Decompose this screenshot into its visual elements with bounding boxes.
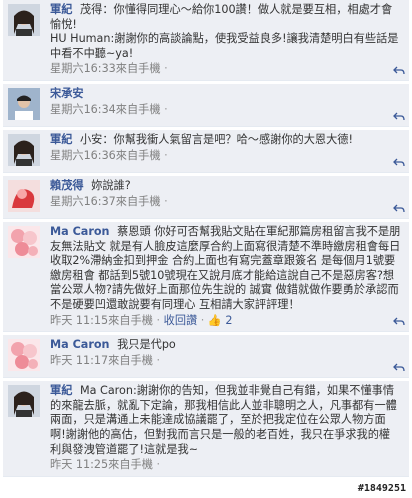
reply-icon[interactable] <box>393 362 405 374</box>
thumbs-up-icon[interactable]: 👍 <box>208 314 222 327</box>
reply-icon[interactable] <box>393 157 405 169</box>
reply-icon[interactable] <box>393 65 405 77</box>
comment: 軍紀 小安：你幫我衝人氣留言是吧？哈～感謝你的大恩大德! 星期六16:36來自手… <box>3 129 409 173</box>
meta-separator: · <box>164 102 168 116</box>
comment-meta: 星期六16:33來自手機 · <box>50 62 401 77</box>
comment-body: 軍紀 Ma Caron:謝謝你的告知，但我並非覺自己有錯，如果不懂事情的來龍去脈… <box>50 384 401 457</box>
comment-text: 茂得：你懂得同理心～給你100讚！做人就是要互相，相處才會愉悅! HU Huma… <box>50 3 399 60</box>
comment-body: 宋承安 <box>50 87 401 102</box>
meta-separator: · <box>156 313 161 327</box>
comment-author[interactable]: 賴茂得 <box>50 179 84 192</box>
comment-author[interactable]: 軍紀 <box>50 133 72 146</box>
comment: 軍紀 Ma Caron:謝謝你的告知，但我並非覺自己有錯，如果不懂事情的來龍去脈… <box>3 381 409 477</box>
comment-text: 妳說誰? <box>91 178 131 192</box>
comment-timestamp[interactable]: 星期六16:34來自手機 <box>50 103 161 116</box>
comment: 賴茂得 妳說誰? 星期六16:37來自手機 · <box>3 175 409 219</box>
meta-separator: · <box>156 458 161 472</box>
reply-icon[interactable] <box>393 111 405 123</box>
meta-separator: · <box>164 194 168 208</box>
recall-like-link[interactable]: 收回讚 <box>164 314 198 327</box>
comment-text: 小安：你幫我衝人氣留言是吧？哈～感謝你的大恩大德! <box>79 132 353 146</box>
comment-text: Ma Caron:謝謝你的告知，但我並非覺自己有錯，如果不懂事情的來龍去脈，就亂… <box>50 384 397 456</box>
comment-body: 軍紀 小安：你幫我衝人氣留言是吧？哈～感謝你的大恩大德! <box>50 133 401 148</box>
avatar[interactable] <box>8 385 40 418</box>
comment-meta: 昨天 11:15來自手機 · 收回讚 · 👍 2 <box>50 314 401 329</box>
reply-icon[interactable] <box>393 316 405 328</box>
comment-text: 我只是代po <box>117 338 176 352</box>
watermark: #1849251 <box>357 483 406 494</box>
avatar[interactable] <box>8 87 40 120</box>
comment-meta: 星期六16:37來自手機 · <box>50 195 401 210</box>
avatar[interactable] <box>8 225 40 258</box>
meta-separator: · <box>164 62 168 76</box>
comment: Ma Caron 我只是代po 昨天 11:17來自手機 · <box>3 335 409 379</box>
comment: Ma Caron 蔡恩頭 你好可否幫我貼文貼在軍紀那篇房租留言我不是朋友無法貼文… <box>3 221 409 333</box>
comment-meta: 昨天 11:25來自手機 · <box>50 458 401 473</box>
comment-author[interactable]: Ma Caron <box>50 338 110 351</box>
comment: 宋承安 星期六16:34來自手機 · <box>3 83 409 127</box>
comment-timestamp[interactable]: 星期六16:36來自手機 <box>50 149 161 162</box>
comment-thread: 軍紀 茂得：你懂得同理心～給你100讚！做人就是要互相，相處才會愉悅! HU H… <box>3 0 409 480</box>
comment-body: Ma Caron 我只是代po <box>50 338 401 353</box>
comment-timestamp[interactable]: 星期六16:33來自手機 <box>50 62 161 75</box>
meta-separator: · <box>200 313 205 327</box>
comment: 軍紀 茂得：你懂得同理心～給你100讚！做人就是要互相，相處才會愉悅! HU H… <box>3 0 409 81</box>
avatar[interactable] <box>8 339 40 372</box>
meta-separator: · <box>156 353 161 367</box>
avatar[interactable] <box>8 179 40 212</box>
comment-body: Ma Caron 蔡恩頭 你好可否幫我貼文貼在軍紀那篇房租留言我不是朋友無法貼文… <box>50 225 401 313</box>
comment-timestamp[interactable]: 星期六16:37來自手機 <box>50 195 161 208</box>
comment-timestamp[interactable]: 昨天 11:15來自手機 <box>50 314 153 327</box>
comment-timestamp[interactable]: 昨天 11:17來自手機 <box>50 354 153 367</box>
comment-meta: 星期六16:36來自手機 · <box>50 149 401 164</box>
comment-author[interactable]: 軍紀 <box>50 384 72 397</box>
comment-author[interactable]: 宋承安 <box>50 87 84 100</box>
comment-timestamp[interactable]: 昨天 11:25來自手機 <box>50 458 153 471</box>
comment-meta: 星期六16:34來自手機 · <box>50 103 401 118</box>
comment-body: 賴茂得 妳說誰? <box>50 179 401 194</box>
meta-separator: · <box>164 148 168 162</box>
like-count[interactable]: 2 <box>225 314 232 327</box>
comment-meta: 昨天 11:17來自手機 · <box>50 354 401 369</box>
avatar[interactable] <box>8 4 40 36</box>
comment-author[interactable]: 軍紀 <box>50 3 72 16</box>
avatar[interactable] <box>8 133 40 166</box>
reply-icon[interactable] <box>393 203 405 215</box>
comment-body: 軍紀 茂得：你懂得同理心～給你100讚！做人就是要互相，相處才會愉悅! HU H… <box>50 3 401 61</box>
comment-author[interactable]: Ma Caron <box>50 225 110 238</box>
